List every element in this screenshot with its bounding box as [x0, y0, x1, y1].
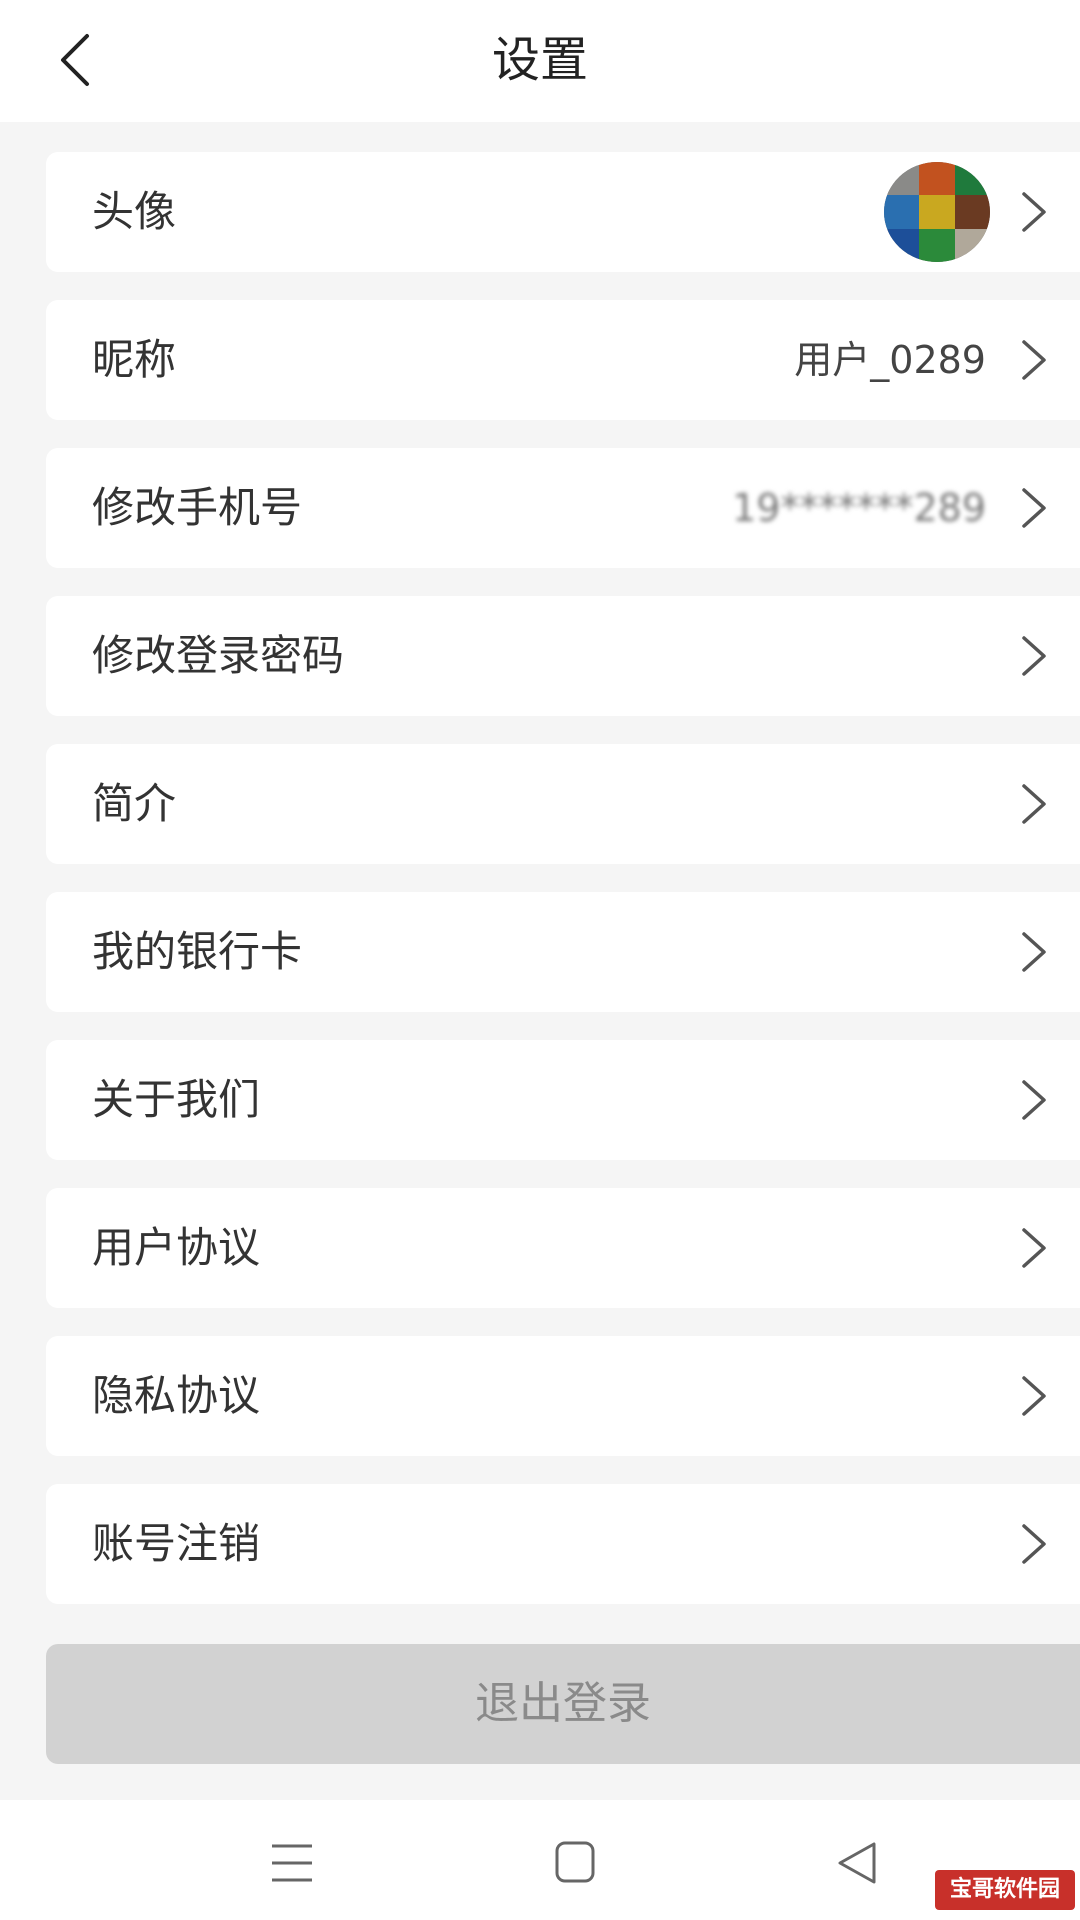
settings-item-label: 修改手机号	[92, 483, 303, 532]
settings-item-label: 账号注销	[92, 1519, 261, 1568]
settings-item-avatar[interactable]: 头像	[46, 152, 1080, 272]
logout-button[interactable]: 退出登录	[46, 1644, 1080, 1764]
menu-icon[interactable]	[262, 1838, 322, 1888]
settings-item-bank-card[interactable]: 我的银行卡	[46, 892, 1080, 1012]
chevron-right-icon	[1022, 340, 1046, 380]
settings-item-label: 头像	[92, 187, 177, 236]
home-square-icon[interactable]	[545, 1838, 605, 1888]
page-title: 设置	[491, 32, 588, 88]
chevron-right-icon	[1022, 192, 1046, 232]
settings-item-password[interactable]: 修改登录密码	[46, 596, 1080, 716]
chevron-right-icon	[1022, 1376, 1046, 1416]
top-bar: 设置	[0, 0, 1080, 122]
chevron-right-icon	[1022, 932, 1046, 972]
settings-item-label: 用户协议	[92, 1223, 261, 1272]
nickname-value: 用户_0289	[794, 338, 986, 382]
settings-item-user-agreement[interactable]: 用户协议	[46, 1188, 1080, 1308]
chevron-right-icon	[1022, 636, 1046, 676]
settings-item-label: 我的银行卡	[92, 927, 303, 976]
watermark-logo: 宝哥软件园	[935, 1870, 1075, 1910]
avatar	[884, 162, 990, 262]
settings-list: 头像 昵称 用户_0289 修改手机号 19*******289 修改登录密码 …	[46, 152, 1080, 1632]
settings-item-phone[interactable]: 修改手机号 19*******289	[46, 448, 1080, 568]
settings-item-label: 关于我们	[92, 1075, 261, 1124]
chevron-right-icon	[1022, 1080, 1046, 1120]
settings-item-delete-account[interactable]: 账号注销	[46, 1484, 1080, 1604]
chevron-right-icon	[1022, 1228, 1046, 1268]
system-nav-bar	[0, 1800, 1080, 1920]
settings-item-label: 昵称	[92, 335, 177, 384]
chevron-right-icon	[1022, 1524, 1046, 1564]
settings-item-label: 修改登录密码	[92, 631, 345, 680]
phone-value: 19*******289	[732, 486, 986, 530]
chevron-right-icon	[1022, 784, 1046, 824]
back-triangle-icon[interactable]	[828, 1838, 888, 1888]
settings-item-intro[interactable]: 简介	[46, 744, 1080, 864]
chevron-right-icon	[1022, 488, 1046, 528]
settings-item-label: 隐私协议	[92, 1371, 261, 1420]
settings-item-label: 简介	[92, 779, 177, 828]
settings-item-about[interactable]: 关于我们	[46, 1040, 1080, 1160]
settings-item-privacy[interactable]: 隐私协议	[46, 1336, 1080, 1456]
settings-item-nickname[interactable]: 昵称 用户_0289	[46, 300, 1080, 420]
